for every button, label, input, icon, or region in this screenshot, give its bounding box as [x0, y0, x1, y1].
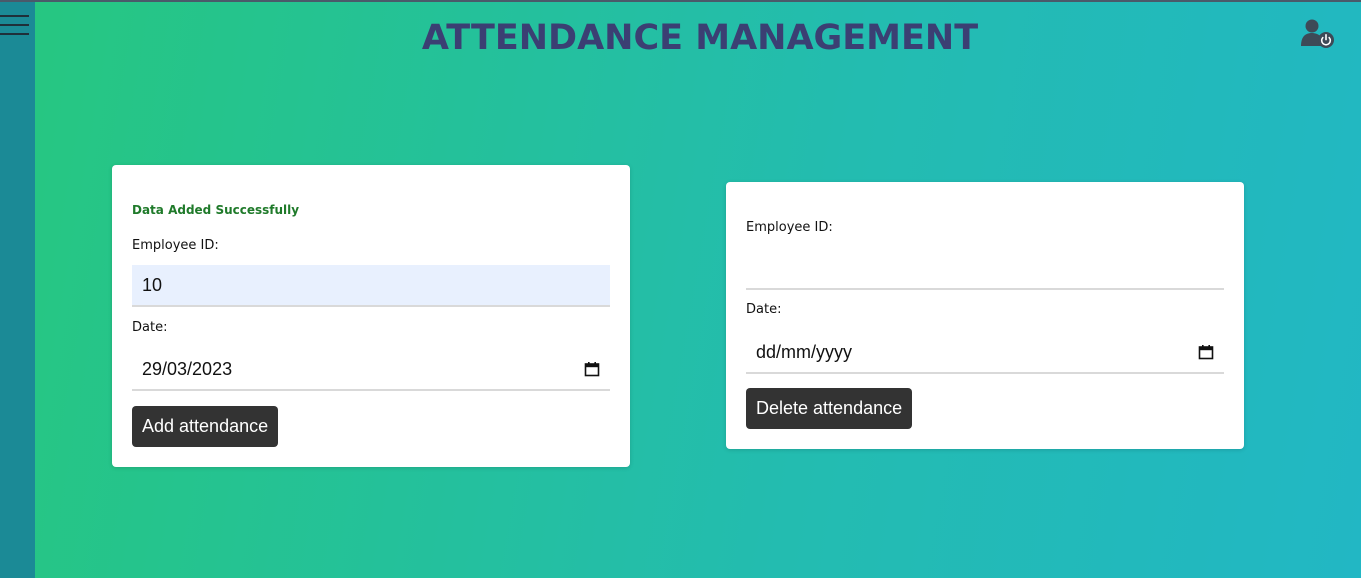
employee-id-value: 10	[142, 274, 163, 295]
date-value: 29/03/2023	[142, 358, 233, 379]
sidebar	[0, 2, 35, 578]
user-logout-icon[interactable]	[1300, 18, 1336, 50]
add-attendance-button[interactable]: Add attendance	[132, 406, 279, 447]
employee-id-input[interactable]	[746, 248, 1224, 290]
date-placeholder: dd/mm/yyyy	[756, 341, 853, 362]
success-message: Data Added Successfully	[132, 203, 300, 217]
date-label: Date:	[132, 320, 168, 335]
add-attendance-card: Data Added Successfully Employee ID: 10 …	[112, 165, 630, 467]
date-label: Date:	[746, 302, 782, 317]
employee-id-label: Employee ID:	[746, 220, 833, 235]
page-title: ATTENDANCE MANAGEMENT	[421, 18, 979, 58]
date-input[interactable]: dd/mm/yyyy	[746, 332, 1224, 374]
employee-id-label: Employee ID:	[132, 238, 219, 253]
delete-attendance-card: Employee ID: Date: dd/mm/yyyy Delete att…	[726, 182, 1244, 449]
calendar-icon[interactable]	[584, 361, 600, 377]
delete-attendance-button[interactable]: Delete attendance	[746, 388, 913, 429]
employee-id-input[interactable]: 10	[132, 265, 610, 307]
window-top-border	[0, 0, 1361, 2]
date-input[interactable]: 29/03/2023	[132, 349, 610, 391]
calendar-icon[interactable]	[1198, 344, 1214, 360]
